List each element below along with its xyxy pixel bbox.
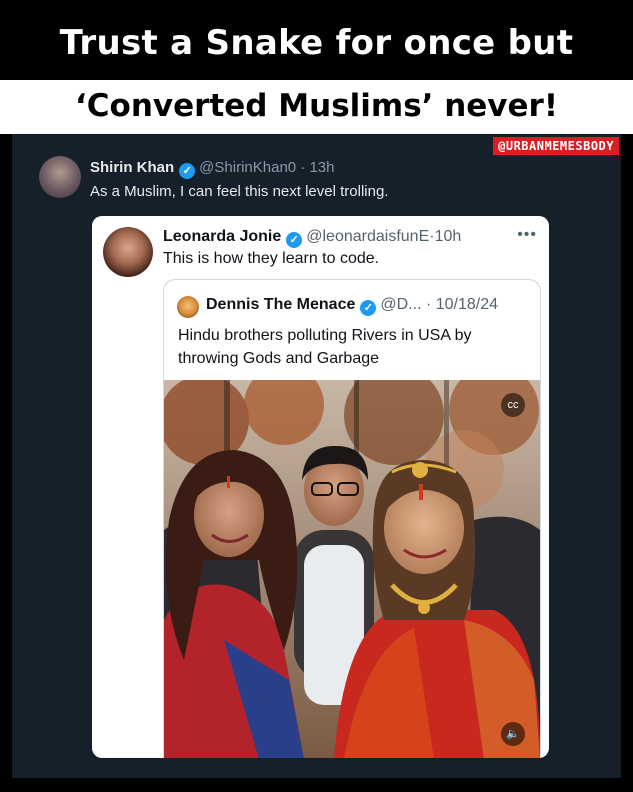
verified-badge-icon: ✓ — [286, 232, 303, 248]
headline-line-1: Trust a Snake for once but — [0, 0, 633, 80]
quoted-tweet-card[interactable]: Leonarda Jonie ✓ @leonardaisfunE·10h ••• T… — [92, 216, 549, 758]
quoted-tweet-text: This is how they learn to code. — [163, 250, 380, 267]
quoted-tweet-time[interactable]: 10h — [435, 228, 462, 245]
nested-quote-header: Dennis The Menace ✓ @D... · 10/18/24 — [206, 296, 498, 316]
author-name[interactable]: Shirin Khan — [90, 159, 174, 176]
more-options-icon[interactable]: ••• — [517, 226, 537, 244]
nested-author-name[interactable]: Dennis The Menace — [206, 296, 355, 313]
captions-icon[interactable]: cc — [501, 393, 525, 417]
tweet-text: As a Muslim, I can feel this next level … — [90, 183, 389, 200]
tweet-header: Shirin Khan ✓ @ShirinKhan0 · 13h — [90, 159, 335, 179]
avatar-shirin-khan[interactable] — [39, 156, 81, 198]
verified-badge-icon: ✓ — [360, 300, 377, 316]
nested-quote-card[interactable]: Dennis The Menace ✓ @D... · 10/18/24 Hindu… — [163, 279, 541, 758]
video-frame-image — [164, 380, 540, 758]
separator-dot: · — [300, 159, 306, 176]
watermark-badge: @URBANMEMESBODY — [493, 137, 619, 155]
headline-line-2: ‘Converted Muslims’ never! — [0, 80, 633, 134]
nested-quote-text: Hindu brothers polluting Rivers in USA b… — [178, 327, 472, 367]
tweet-time[interactable]: 13h — [309, 159, 334, 176]
video-media[interactable]: cc 🔈 — [164, 380, 540, 758]
nested-quote-date[interactable]: 10/18/24 — [436, 296, 498, 313]
avatar-dennis-the-menace[interactable] — [177, 296, 199, 318]
separator-dot: · — [425, 296, 432, 313]
quoted-tweet-header: Leonarda Jonie ✓ @leonardaisfunE·10h — [163, 228, 461, 248]
mute-icon[interactable]: 🔈 — [501, 722, 525, 746]
quoted-author-name[interactable]: Leonarda Jonie — [163, 228, 281, 245]
nested-author-handle[interactable]: @D... — [380, 296, 421, 313]
verified-badge-icon: ✓ — [179, 163, 196, 179]
author-handle[interactable]: @ShirinKhan0 — [199, 159, 296, 176]
quoted-author-handle[interactable]: @leonardaisfunE — [306, 228, 429, 245]
avatar-leonarda-jonie[interactable] — [103, 227, 153, 277]
